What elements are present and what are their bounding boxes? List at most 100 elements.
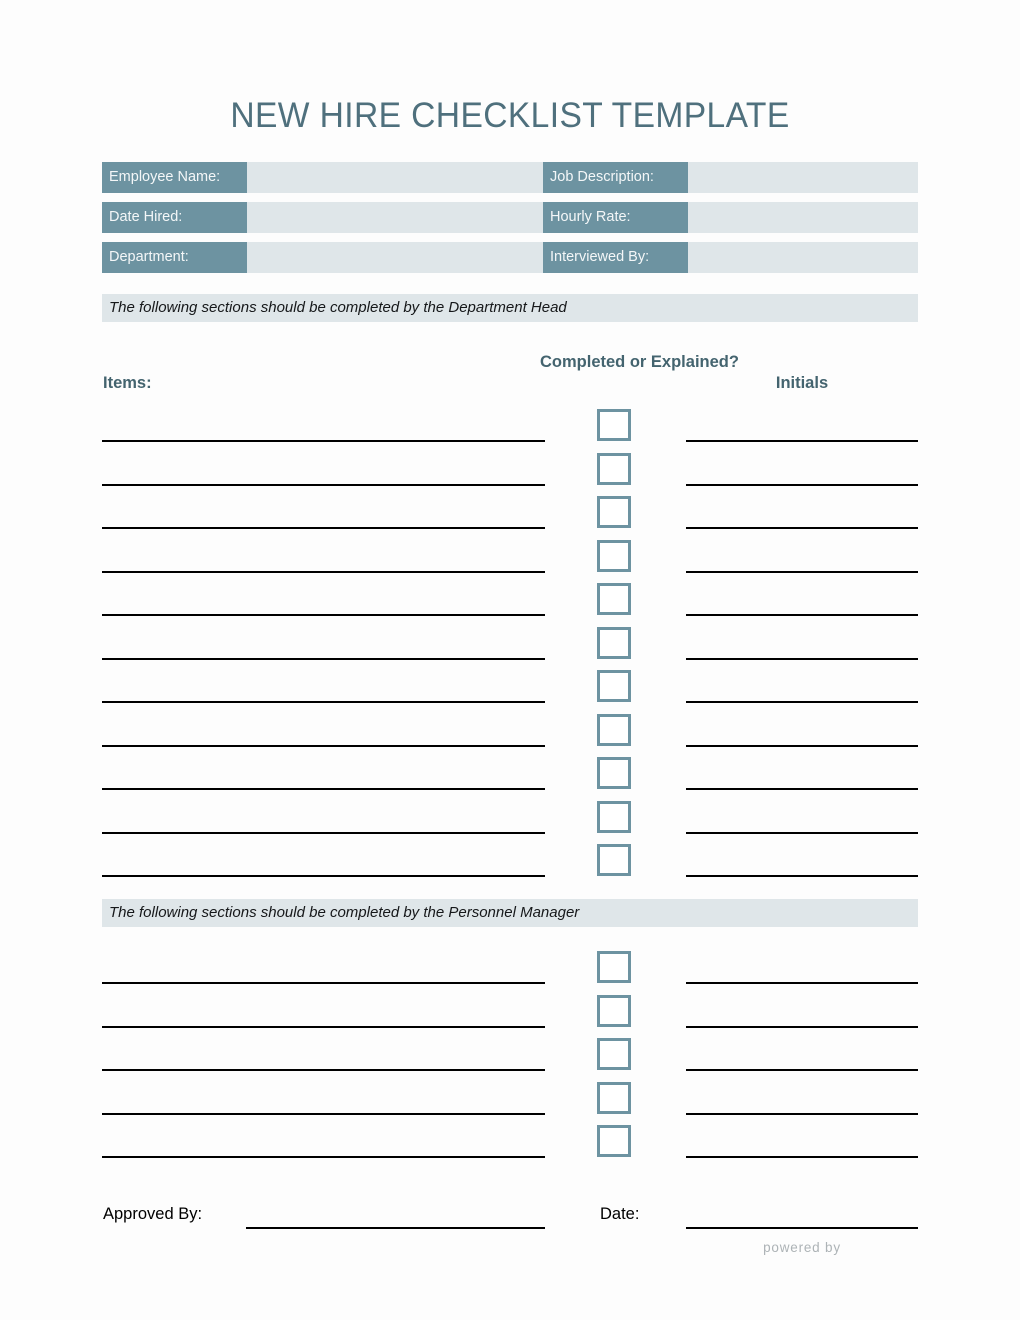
initials-input-line[interactable] — [686, 1156, 918, 1158]
initials-input-line[interactable] — [686, 527, 918, 529]
completed-checkbox[interactable] — [597, 583, 631, 615]
date-hired-input[interactable] — [247, 202, 543, 233]
completed-checkbox[interactable] — [597, 800, 631, 833]
employee-info-grid: Employee Name: Job Description: Date Hir… — [102, 162, 918, 282]
column-header-completed: Completed or Explained? — [540, 353, 739, 371]
item-input-line[interactable] — [102, 701, 545, 703]
initials-input-line[interactable] — [686, 657, 918, 660]
item-input-line[interactable] — [102, 657, 545, 660]
checklist-row — [0, 626, 1020, 671]
checklist-row — [0, 1125, 1020, 1169]
completed-checkbox[interactable] — [597, 713, 631, 746]
completed-checkbox[interactable] — [597, 452, 631, 485]
item-input-line[interactable] — [102, 1112, 545, 1115]
approved-by-input[interactable] — [246, 1227, 545, 1229]
section-two-rows — [0, 951, 1020, 1169]
item-input-line[interactable] — [102, 1069, 545, 1071]
hourly-rate-input[interactable] — [688, 202, 918, 233]
checklist-row — [0, 496, 1020, 540]
checklist-row — [0, 1081, 1020, 1126]
initials-input-line[interactable] — [686, 831, 918, 834]
approved-by-label: Approved By: — [103, 1205, 203, 1223]
info-cell-hourly-rate: Hourly Rate: — [543, 202, 918, 233]
completed-checkbox[interactable] — [597, 539, 631, 572]
employee-name-label: Employee Name: — [102, 162, 247, 193]
item-input-line[interactable] — [102, 483, 545, 486]
section-one-banner: The following sections should be complet… — [102, 294, 918, 322]
job-description-input[interactable] — [688, 162, 918, 193]
completed-checkbox[interactable] — [597, 626, 631, 659]
interviewed-by-label: Interviewed By: — [543, 242, 688, 273]
info-cell-date-hired: Date Hired: — [102, 202, 543, 233]
hourly-rate-label: Hourly Rate: — [543, 202, 688, 233]
checklist-row — [0, 800, 1020, 845]
page-title: NEW HIRE CHECKLIST TEMPLATE — [230, 96, 790, 135]
initials-input-line[interactable] — [686, 483, 918, 486]
checklist-row — [0, 844, 1020, 888]
initials-input-line[interactable] — [686, 1112, 918, 1115]
completed-checkbox[interactable] — [597, 496, 631, 528]
powered-by-text: powered by — [763, 1240, 841, 1255]
item-input-line[interactable] — [102, 527, 545, 529]
department-input[interactable] — [247, 242, 543, 273]
item-input-line[interactable] — [102, 831, 545, 834]
item-input-line[interactable] — [102, 982, 545, 984]
initials-input-line[interactable] — [686, 982, 918, 984]
completed-checkbox[interactable] — [597, 844, 631, 876]
completed-checkbox[interactable] — [597, 409, 631, 441]
item-input-line[interactable] — [102, 875, 545, 877]
employee-name-input[interactable] — [247, 162, 543, 193]
checklist-row — [0, 1038, 1020, 1082]
item-input-line[interactable] — [102, 788, 545, 790]
item-input-line[interactable] — [102, 744, 545, 747]
checklist-row — [0, 452, 1020, 497]
initials-input-line[interactable] — [686, 570, 918, 573]
checklist-row — [0, 713, 1020, 758]
info-cell-interviewed-by: Interviewed By: — [543, 242, 918, 273]
initials-input-line[interactable] — [686, 1069, 918, 1071]
checklist-row — [0, 951, 1020, 995]
date-label: Date: — [600, 1205, 640, 1223]
info-cell-department: Department: — [102, 242, 543, 273]
department-label: Department: — [102, 242, 247, 273]
completed-checkbox[interactable] — [597, 670, 631, 702]
completed-checkbox[interactable] — [597, 1038, 631, 1070]
item-input-line[interactable] — [102, 1156, 545, 1158]
checklist-row — [0, 539, 1020, 584]
item-input-line[interactable] — [102, 614, 545, 616]
item-input-line[interactable] — [102, 1025, 545, 1028]
info-row: Date Hired: Hourly Rate: — [102, 202, 918, 233]
checklist-row — [0, 757, 1020, 801]
initials-input-line[interactable] — [686, 701, 918, 703]
initials-input-line[interactable] — [686, 875, 918, 877]
initials-input-line[interactable] — [686, 614, 918, 616]
checklist-row — [0, 994, 1020, 1039]
item-input-line[interactable] — [102, 440, 545, 442]
info-row: Employee Name: Job Description: — [102, 162, 918, 193]
completed-checkbox[interactable] — [597, 994, 631, 1027]
info-cell-employee-name: Employee Name: — [102, 162, 543, 193]
interviewed-by-input[interactable] — [688, 242, 918, 273]
initials-input-line[interactable] — [686, 1025, 918, 1028]
job-description-label: Job Description: — [543, 162, 688, 193]
section-two-banner: The following sections should be complet… — [102, 899, 918, 927]
section-one-rows — [0, 409, 1020, 888]
date-input[interactable] — [686, 1227, 918, 1229]
item-input-line[interactable] — [102, 570, 545, 573]
completed-checkbox[interactable] — [597, 1081, 631, 1114]
date-hired-label: Date Hired: — [102, 202, 247, 233]
info-row: Department: Interviewed By: — [102, 242, 918, 273]
checklist-row — [0, 583, 1020, 627]
completed-checkbox[interactable] — [597, 951, 631, 983]
initials-input-line[interactable] — [686, 440, 918, 442]
completed-checkbox[interactable] — [597, 757, 631, 789]
completed-checkbox[interactable] — [597, 1125, 631, 1157]
column-header-items: Items: — [103, 374, 152, 392]
initials-input-line[interactable] — [686, 788, 918, 790]
checklist-row — [0, 670, 1020, 714]
info-cell-job-description: Job Description: — [543, 162, 918, 193]
initials-input-line[interactable] — [686, 744, 918, 747]
checklist-document: NEW HIRE CHECKLIST TEMPLATE Employee Nam… — [0, 0, 1020, 1320]
checklist-row — [0, 409, 1020, 453]
column-header-initials: Initials — [775, 374, 829, 392]
